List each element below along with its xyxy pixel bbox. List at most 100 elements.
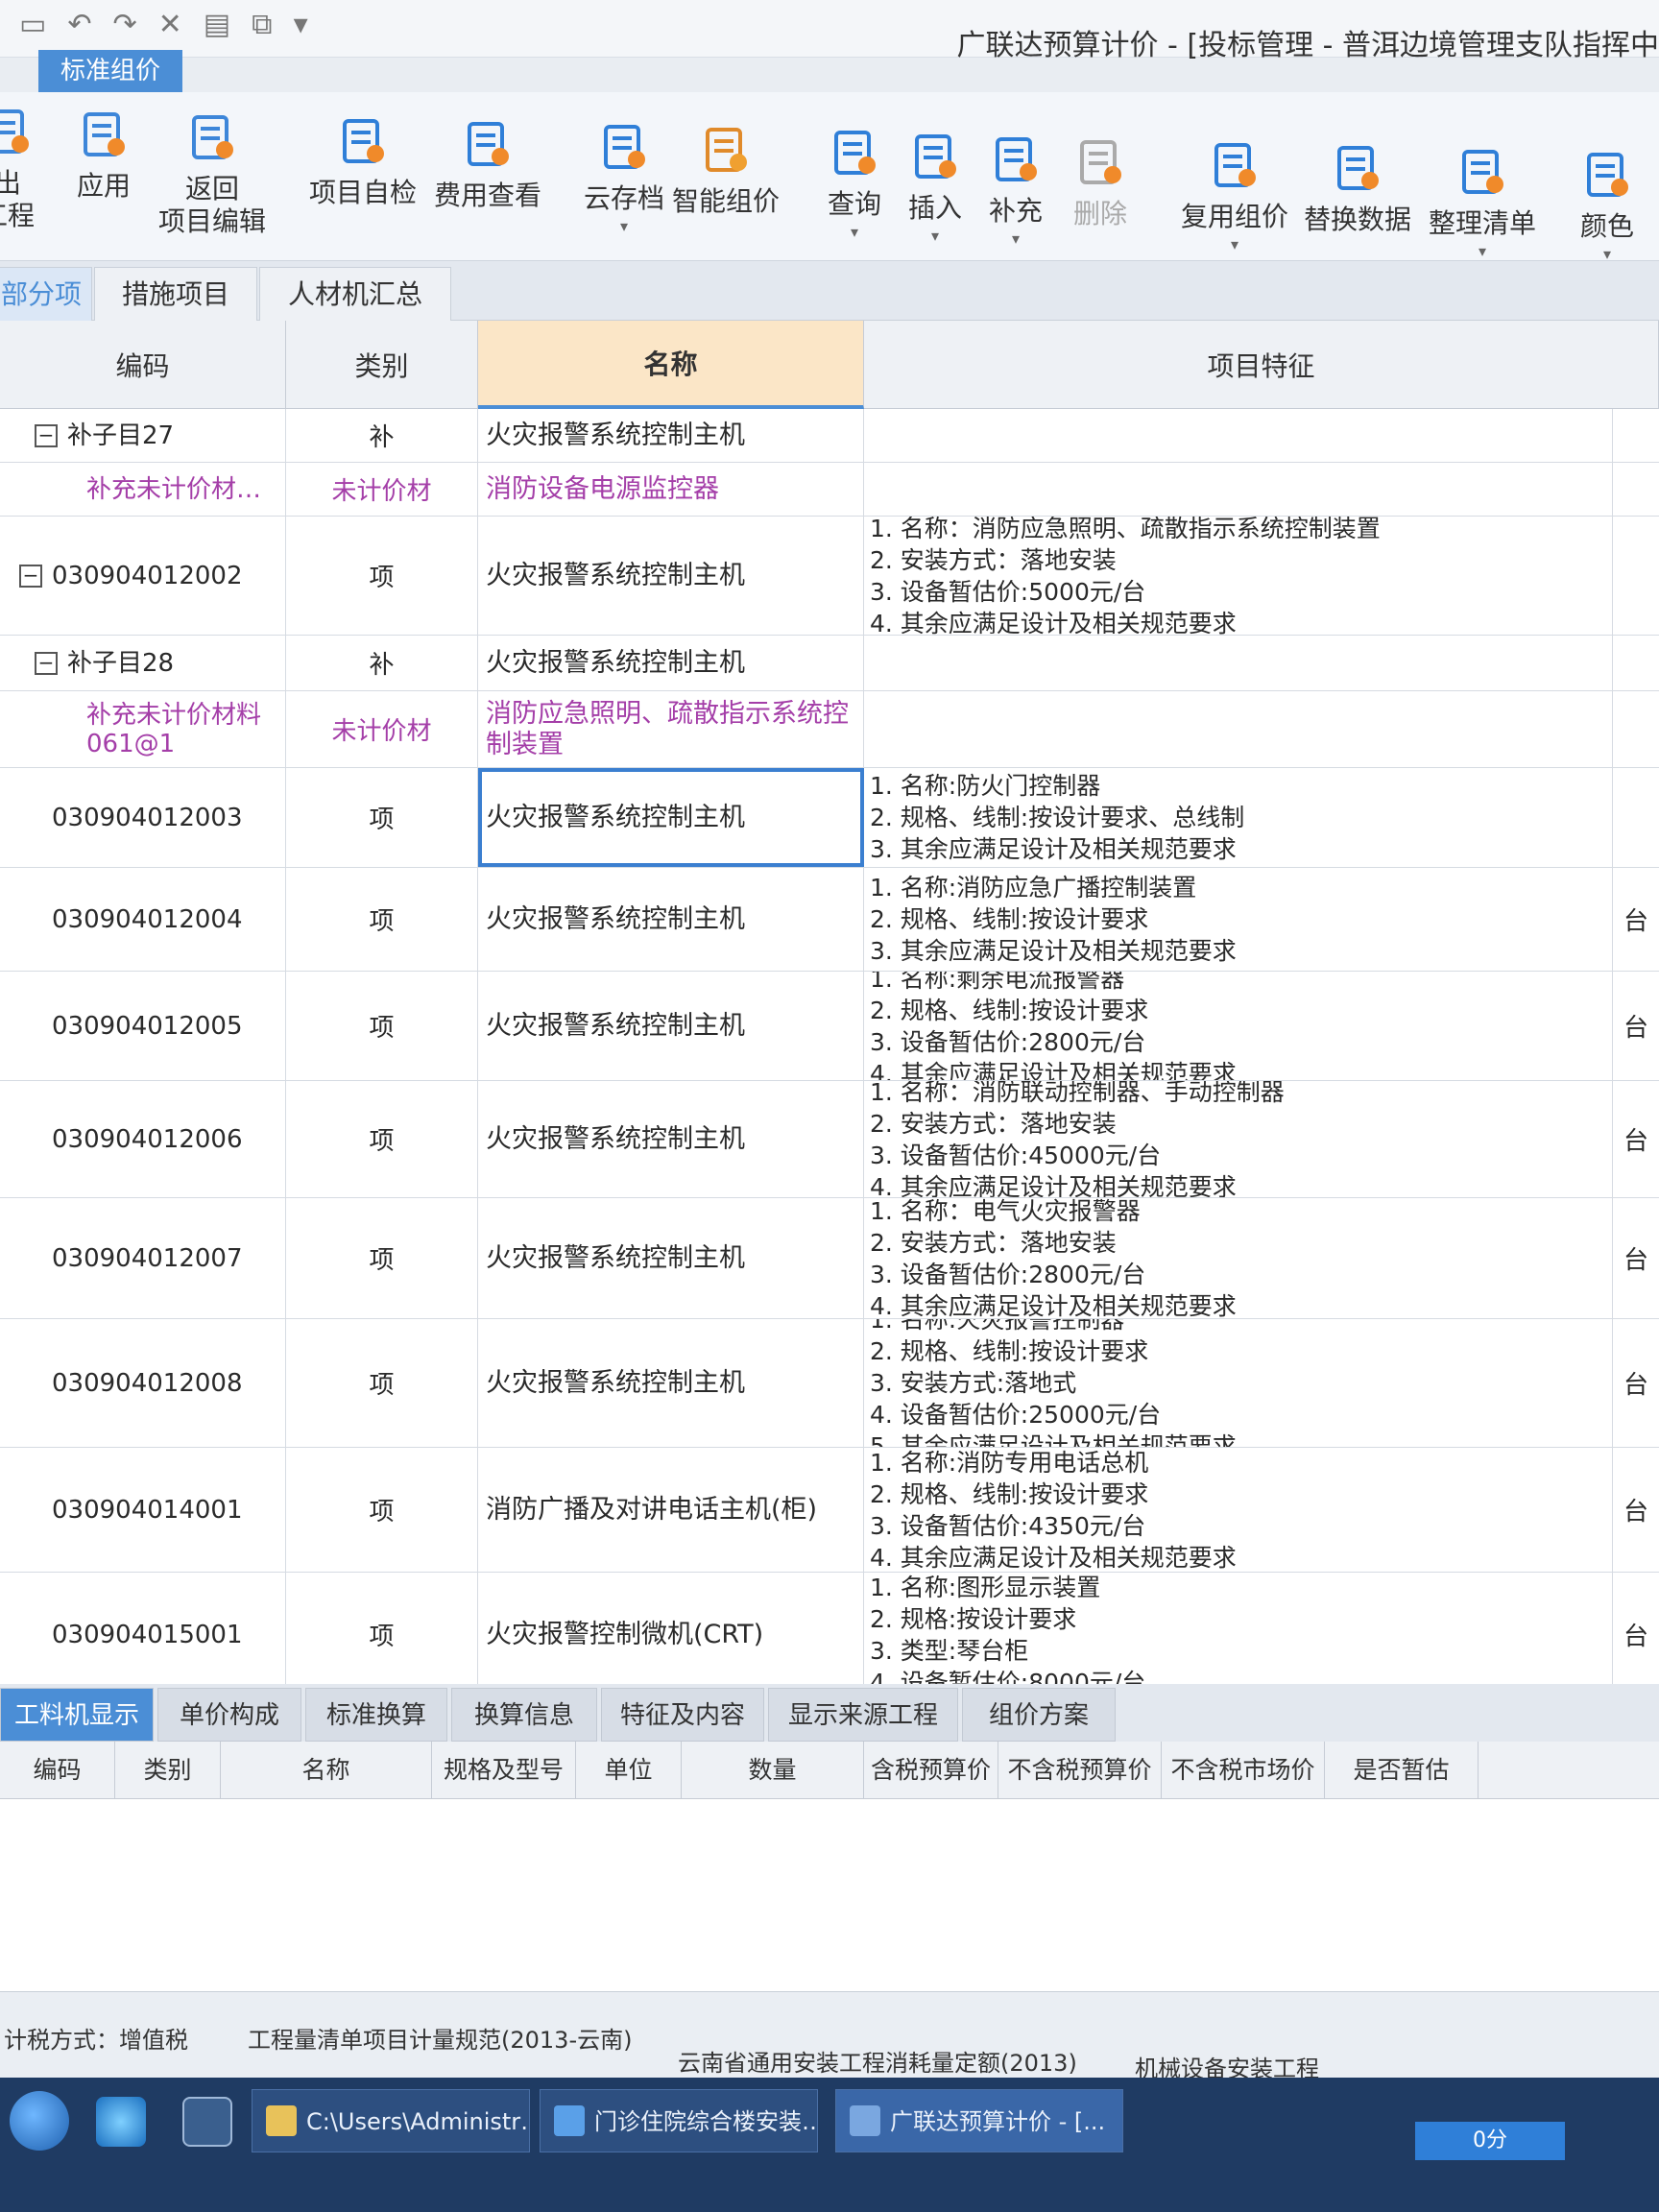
cell-unit[interactable] — [1613, 691, 1659, 767]
copy-icon[interactable]: ⧉ — [252, 8, 272, 41]
cell-name[interactable]: 火灾报警系统控制主机 — [478, 636, 864, 690]
undo-icon[interactable]: ↶ — [67, 8, 91, 41]
cell-code[interactable]: 补充未计价材… — [0, 463, 286, 516]
tab-partial-items[interactable]: 部分项 — [0, 267, 92, 321]
chevron-down-icon[interactable]: ▾ — [1479, 242, 1486, 260]
table-row[interactable]: 补充未计价材料 061@1 未计价材 消防应急照明、疏散指示系统控制装置 — [0, 691, 1659, 768]
cell-code[interactable]: −030904012002 — [0, 517, 286, 635]
table-row[interactable]: −030904012002 项火灾报警系统控制主机 1. 名称：消防应急照明、疏散指… — [0, 517, 1659, 636]
cell-name[interactable]: 火灾报警系统控制主机 — [478, 1198, 864, 1318]
table-row[interactable]: 030904012008 项火灾报警系统控制主机 1. 名称:火灾报警控制器 2. 规… — [0, 1319, 1659, 1448]
cell-type[interactable]: 项 — [286, 1081, 478, 1197]
bottom-tab[interactable]: 换算信息 — [451, 1688, 597, 1742]
bottom-tab[interactable]: 组价方案 — [962, 1688, 1116, 1742]
cell-unit[interactable] — [1613, 768, 1659, 867]
bottom-tab[interactable]: 显示来源工程 — [768, 1688, 958, 1742]
cell-code[interactable]: 030904012004 — [0, 868, 286, 971]
cell-code[interactable]: 030904012006 — [0, 1081, 286, 1197]
ribbon-button-cost-view[interactable]: 费用查看 — [434, 118, 541, 212]
chevron-down-icon[interactable]: ▾ — [1231, 235, 1238, 253]
column-header-feature[interactable]: 项目特征 — [864, 321, 1659, 409]
bottom-column-header[interactable]: 不含税市场价 — [1162, 1742, 1325, 1799]
cell-name[interactable]: 消防广播及对讲电话主机(柜) — [478, 1448, 864, 1572]
start-button-icon[interactable] — [10, 2091, 69, 2151]
cell-feature[interactable] — [864, 409, 1613, 462]
cell-code[interactable]: 030904012007 — [0, 1198, 286, 1318]
taskbar-item-document[interactable]: 门诊住院综合楼安装… — [540, 2089, 818, 2152]
bottom-column-header[interactable]: 不含税预算价 — [998, 1742, 1162, 1799]
cell-type[interactable]: 项 — [286, 1198, 478, 1318]
ribbon-button-supplement[interactable]: 补充 ▾ — [989, 133, 1043, 248]
table-row[interactable]: 030904015001 项火灾报警控制微机(CRT) 1. 名称:图形显示装置 2.… — [0, 1573, 1659, 1684]
cell-name[interactable]: 火灾报警控制微机(CRT) — [478, 1573, 864, 1684]
cell-name[interactable]: 火灾报警系统控制主机 — [478, 517, 864, 635]
close-doc-icon[interactable]: ✕ — [158, 8, 182, 41]
cell-name[interactable]: 火灾报警系统控制主机 — [478, 868, 864, 971]
table-row[interactable]: 030904012005 项火灾报警系统控制主机 1. 名称:剩余电流报警器 2. 规… — [0, 972, 1659, 1081]
cell-name[interactable]: 消防设备电源监控器 — [478, 463, 864, 516]
cell-name[interactable]: 火灾报警系统控制主机 — [478, 1319, 864, 1447]
cell-type[interactable]: 项 — [286, 768, 478, 867]
cell-name[interactable]: 消防应急照明、疏散指示系统控制装置 — [478, 691, 864, 767]
dropdown-icon[interactable]: ▾ — [294, 8, 308, 41]
tree-collapse-icon[interactable]: − — [35, 423, 58, 447]
ribbon-button-smart-pricing[interactable]: 智能组价 — [672, 124, 780, 218]
tab-standard-pricing[interactable]: 标准组价 — [38, 50, 182, 92]
cell-feature[interactable]: 1. 名称：消防联动控制器、手动控制器 2. 安装方式：落地安装 3. 设备暂估价:… — [864, 1081, 1613, 1197]
cell-feature[interactable]: 1. 名称:防火门控制器 2. 规格、线制:按设计要求、总线制 3. 其余应满足设计… — [864, 768, 1613, 867]
cell-code[interactable]: 030904014001 — [0, 1448, 286, 1572]
cell-feature[interactable]: 1. 名称：消防应急照明、疏散指示系统控制装置 2. 安装方式：落地安装 3. 设备… — [864, 517, 1613, 635]
cell-feature[interactable]: 1. 名称:消防专用电话总机 2. 规格、线制:按设计要求 3. 设备暂估价:435… — [864, 1448, 1613, 1572]
bottom-tab[interactable]: 标准换算 — [305, 1688, 447, 1742]
cell-unit[interactable]: 台 — [1613, 1319, 1659, 1447]
ribbon-button-reuse-pricing[interactable]: 复用组价 ▾ — [1181, 139, 1288, 253]
cell-code[interactable]: − 补子目27 — [0, 409, 286, 462]
ribbon-button-replace-data[interactable]: 替换数据 — [1304, 142, 1411, 236]
cell-type[interactable]: 项 — [286, 868, 478, 971]
chevron-down-icon[interactable]: ▾ — [620, 217, 628, 235]
document-icon[interactable]: ▤ — [204, 8, 230, 41]
bottom-column-header[interactable]: 单位 — [576, 1742, 682, 1799]
cell-unit[interactable] — [1613, 463, 1659, 516]
save-icon[interactable]: ▭ — [19, 8, 46, 41]
cell-code[interactable]: 030904015001 — [0, 1573, 286, 1684]
ribbon-button-insert[interactable]: 插入 ▾ — [908, 131, 962, 245]
cell-unit[interactable]: 台 — [1613, 972, 1659, 1080]
ribbon-button-cloud-upload[interactable]: 云存档 ▾ — [584, 121, 664, 235]
bottom-column-header[interactable]: 含税预算价 — [864, 1742, 998, 1799]
cell-type[interactable]: 项 — [286, 517, 478, 635]
column-header-name[interactable]: 名称 — [478, 321, 864, 409]
cell-name[interactable]: 火灾报警系统控制主机 — [478, 1081, 864, 1197]
cell-code[interactable]: 030904012005 — [0, 972, 286, 1080]
chevron-down-icon[interactable]: ▾ — [931, 227, 939, 245]
column-header-type[interactable]: 类别 — [286, 321, 478, 409]
table-row[interactable]: 030904014001 项消防广播及对讲电话主机(柜) 1. 名称:消防专用电话总… — [0, 1448, 1659, 1573]
cell-unit[interactable] — [1613, 636, 1659, 690]
redo-icon[interactable]: ↷ — [113, 8, 137, 41]
table-row[interactable]: − 补子目28 补火灾报警系统控制主机 — [0, 636, 1659, 691]
cell-feature[interactable]: 1. 名称:消防应急广播控制装置 2. 规格、线制:按设计要求 3. 其余应满足设计… — [864, 868, 1613, 971]
chevron-down-icon[interactable]: ▾ — [1012, 229, 1020, 248]
chevron-down-icon[interactable]: ▾ — [851, 223, 858, 241]
cell-feature[interactable] — [864, 636, 1613, 690]
ribbon-button-query[interactable]: 查询 ▾ — [828, 127, 881, 241]
ribbon-button-self-check[interactable]: 项目自检 — [309, 115, 417, 209]
cell-unit[interactable]: 台 — [1613, 1448, 1659, 1572]
cell-feature[interactable] — [864, 463, 1613, 516]
bottom-column-header[interactable]: 是否暂估 — [1325, 1742, 1479, 1799]
cell-type[interactable]: 未计价材 — [286, 691, 478, 767]
explorer-icon[interactable] — [182, 2097, 232, 2147]
cell-code[interactable]: − 补子目28 — [0, 636, 286, 690]
cell-unit[interactable]: 台 — [1613, 1081, 1659, 1197]
cell-type[interactable]: 未计价材 — [286, 463, 478, 516]
bottom-column-header[interactable]: 类别 — [115, 1742, 221, 1799]
cell-feature[interactable]: 1. 名称:剩余电流报警器 2. 规格、线制:按设计要求 3. 设备暂估价:2800… — [864, 972, 1613, 1080]
cell-type[interactable]: 项 — [286, 1573, 478, 1684]
cell-feature[interactable]: 1. 名称：电气火灾报警器 2. 安装方式：落地安装 3. 设备暂估价:2800元/… — [864, 1198, 1613, 1318]
tree-collapse-icon[interactable]: − — [19, 564, 42, 588]
cell-type[interactable]: 项 — [286, 1448, 478, 1572]
ribbon-button-export[interactable]: 出 工程 — [0, 106, 35, 232]
bottom-tab[interactable]: 单价构成 — [157, 1688, 301, 1742]
ribbon-button-color[interactable]: 颜色 ▾ — [1580, 149, 1634, 263]
cell-name[interactable]: 火灾报警系统控制主机 — [478, 409, 864, 462]
